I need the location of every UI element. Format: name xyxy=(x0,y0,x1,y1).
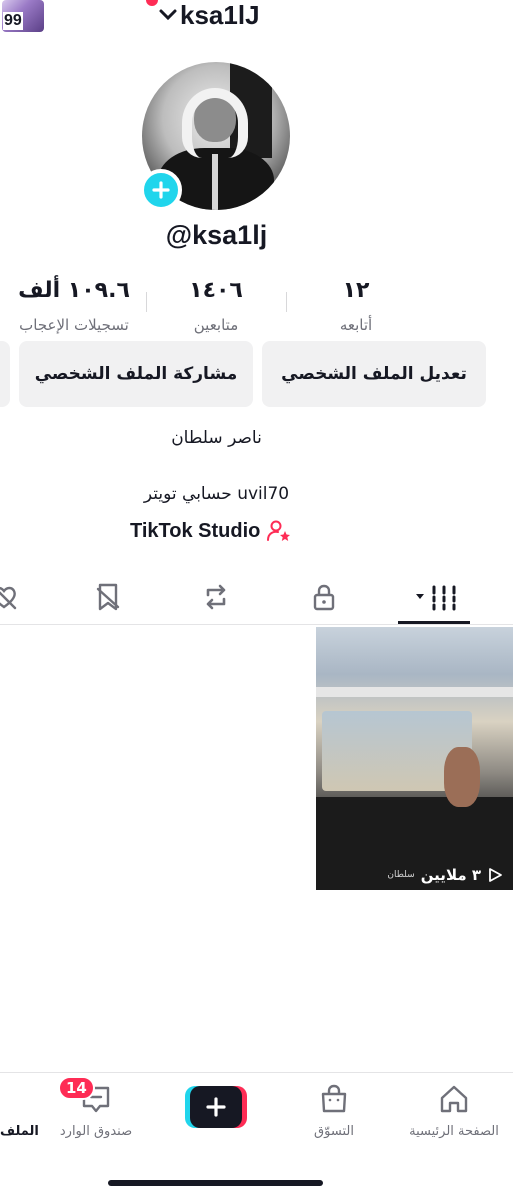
play-icon xyxy=(489,868,502,882)
view-count: ٣ ملايين xyxy=(420,866,481,884)
repost-icon xyxy=(206,584,226,610)
followers-stat[interactable]: ١٤٠٦ متابعين xyxy=(170,276,262,336)
hidden-heart-icon xyxy=(0,586,17,610)
share-profile-button[interactable]: مشاركة الملف الشخصي xyxy=(19,341,253,407)
nav-shop[interactable]: التسوّق xyxy=(304,1082,364,1139)
tab-videos[interactable] xyxy=(410,577,466,617)
likes-stat[interactable]: ١٠٩.٦ ألف تسجيلات الإعجاب xyxy=(8,276,140,336)
add-friends-button[interactable] xyxy=(0,341,10,407)
nav-inbox-label: صندوق الوارد xyxy=(59,1124,133,1139)
tab-divider xyxy=(0,624,513,625)
following-stat[interactable]: ١٢ أتابعه xyxy=(320,276,392,336)
home-indicator xyxy=(108,1180,323,1186)
account-switcher[interactable]: ksa1lJ xyxy=(158,0,260,32)
inbox-badge: 14 xyxy=(58,1076,95,1100)
stat-divider xyxy=(286,292,287,312)
story-count: 99 xyxy=(3,12,23,30)
tab-favorites[interactable] xyxy=(88,577,128,617)
nav-home[interactable]: الصفحة الرئيسية xyxy=(408,1082,500,1139)
top-username: ksa1lJ xyxy=(180,0,260,30)
nav-home-label: الصفحة الرئيسية xyxy=(409,1124,499,1139)
create-button[interactable] xyxy=(185,1086,247,1128)
bio-text: حسابي تويتر uvil70 xyxy=(143,484,290,504)
home-icon xyxy=(440,1085,468,1113)
add-story-button[interactable] xyxy=(140,169,182,211)
stat-divider xyxy=(146,292,147,312)
tiktok-studio-link[interactable]: TikTok Studio xyxy=(130,518,292,544)
edit-profile-button[interactable]: تعديل الملف الشخصي xyxy=(262,341,486,407)
following-count: ١٢ xyxy=(342,278,370,303)
video-caption: سلطان xyxy=(387,870,415,880)
video-thumbnail[interactable]: سلطان ٣ ملايين xyxy=(316,627,513,890)
nav-shop-label: التسوّق xyxy=(314,1124,354,1139)
shopping-bag-icon xyxy=(321,1084,347,1113)
chevron-down-icon xyxy=(159,9,177,21)
notification-dot xyxy=(146,0,158,6)
tab-reposts[interactable] xyxy=(196,577,236,617)
likes-label: تسجيلات الإعجاب xyxy=(19,316,129,334)
display-name: ناصر سلطان xyxy=(171,428,262,448)
followers-count: ١٤٠٦ xyxy=(189,278,243,303)
studio-label: TikTok Studio xyxy=(130,519,261,542)
nav-profile-label[interactable]: الملف xyxy=(0,1124,39,1139)
tab-private[interactable] xyxy=(304,577,344,617)
bottom-nav-divider xyxy=(0,1072,513,1073)
plus-icon xyxy=(152,181,170,199)
grid-icon xyxy=(416,585,456,611)
creator-star-icon xyxy=(267,520,291,541)
plus-icon xyxy=(206,1097,226,1117)
tab-liked[interactable] xyxy=(0,577,24,617)
lock-icon xyxy=(313,584,335,611)
followers-label: متابعين xyxy=(193,316,239,334)
following-label: أتابعه xyxy=(339,316,373,334)
profile-handle: @ksa1lj xyxy=(165,220,268,250)
bookmark-hidden-icon xyxy=(96,583,120,611)
video-views: سلطان ٣ ملايين xyxy=(387,866,503,884)
likes-count: ١٠٩.٦ ألف xyxy=(18,278,130,303)
